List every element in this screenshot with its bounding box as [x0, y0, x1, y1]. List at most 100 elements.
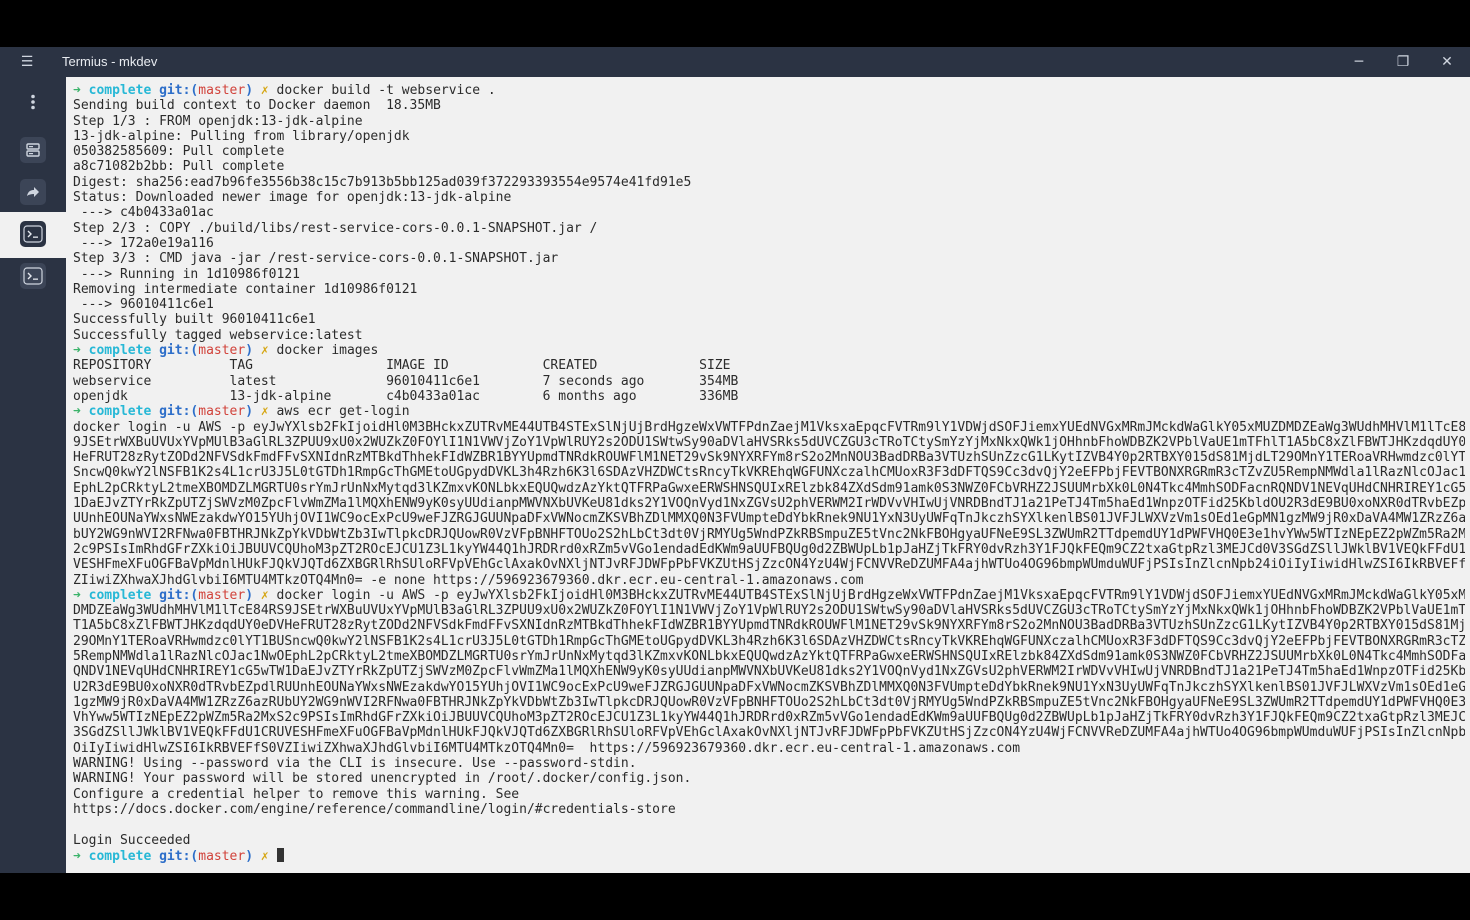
prompt-branch: master: [198, 848, 246, 864]
prompt-git-label: git:: [159, 83, 191, 98]
output-line: QNDV1NEVqUHdCNHRIREY1cG5wTW1DaEJvZTYrRkZ…: [73, 664, 1465, 679]
prompt-line: ➜ complete git:(master) ✗ aws ecr get-lo…: [73, 404, 1465, 419]
line-text: OiIyIiwidHlwZSI6IkRBVEFfS0VZIiwiZXhwaXJh…: [73, 740, 1021, 756]
line-text: EphL2pCRktyL2tmeXBOMDZLMGRTU0srYmJrUnNxM…: [73, 480, 1465, 496]
output-line: U2R3dE9BU0xoNXR0dTRvbEZpdlRUUnhEOUNaYWxs…: [73, 680, 1465, 695]
line-text: WARNING! Your password will be stored un…: [73, 771, 692, 787]
line-text: U2R3dE9BU0xoNXR0dTRvbEZpdlRUUnhEOUNaYWxs…: [73, 679, 1465, 695]
prompt-branch: master: [198, 404, 246, 420]
line-text: Step 1/3 : FROM openjdk:13-jdk-alpine: [73, 113, 363, 129]
prompt-line: ➜ complete git:(master) ✗ docker images: [73, 343, 1465, 358]
line-text: Sending build context to Docker daemon 1…: [73, 98, 441, 114]
title-bar: ☰ Termius - mkdev ─ ❐ ✕: [0, 47, 1470, 77]
line-text: WARNING! Using --password via the CLI is…: [73, 756, 637, 772]
minimize-button[interactable]: ─: [1337, 47, 1381, 77]
line-text: docker login -u AWS -p eyJwYXlsb2FkIjoid…: [73, 419, 1465, 435]
output-line: SncwQ0kwY2lNSFB1K2s4L1crU3J5L0tGTDh1RmpG…: [73, 465, 1465, 480]
output-line: webservice latest 96010411c6e1 7 seconds…: [73, 374, 1465, 389]
output-line: 1DaEJvZTYrRkZpUTZjSWVzM0ZpcFlvWmZMa1lMQX…: [73, 496, 1465, 511]
line-text: 1DaEJvZTYrRkZpUTZjSWVzM0ZpcFlvWmZMa1lMQX…: [73, 496, 1465, 512]
prompt-directory: complete: [88, 587, 160, 603]
line-text: https://docs.docker.com/engine/reference…: [73, 801, 676, 817]
line-text: webservice latest 96010411c6e1 7 seconds…: [73, 373, 739, 389]
line-text: 9JSEtrWXBuUVUxYVpMUlB3aGlRL3ZPUU9xU0x2WU…: [73, 434, 1465, 450]
prompt-arrow: ➜: [73, 404, 89, 420]
terminal-tab-2[interactable]: [20, 263, 46, 289]
output-line: Step 2/3 : COPY ./build/libs/rest-servic…: [73, 221, 1465, 236]
output-line: VhYww5WTIzNEpEZ2pWZm5Ra2MxS2c9PSIsImRhdG…: [73, 710, 1465, 725]
line-text: docker images: [276, 343, 379, 359]
output-line: ---> Running in 1d10986f0121: [73, 267, 1465, 282]
output-line: ---> 172a0e19a116: [73, 236, 1465, 251]
line-text: 29OMnY1TERoaVRHwmdzc0lYT1BUSncwQ0kwY2lNS…: [73, 633, 1465, 649]
output-line: Configure a credential helper to remove …: [73, 787, 1465, 802]
output-line: 5RempNMWdla1lRazNlcOJac1NwOEphL2pCRktyL2…: [73, 649, 1465, 664]
output-line: openjdk 13-jdk-alpine c4b0433a01ac 6 mon…: [73, 389, 1465, 404]
output-line: Removing intermediate container 1d10986f…: [73, 282, 1465, 297]
line-text: Configure a credential helper to remove …: [73, 786, 520, 802]
line-text: SncwQ0kwY2lNSFB1K2s4L1crU3J5L0tGTDh1RmpG…: [73, 465, 1465, 481]
output-line: EphL2pCRktyL2tmeXBOMDZLMGRTU0srYmJrUnNxM…: [73, 481, 1465, 496]
prompt-line: ➜ complete git:(master) ✗: [73, 847, 1465, 864]
maximize-button[interactable]: ❐: [1381, 47, 1425, 77]
vertical-dots-icon: [31, 94, 35, 110]
terminal-tab-1[interactable]: [20, 221, 46, 247]
prompt-directory: complete: [88, 404, 160, 420]
forward-icon: [27, 187, 39, 197]
port-forwarding-button[interactable]: [20, 179, 46, 205]
line-text: QNDV1NEVqUHdCNHRIREY1cG5wTW1DaEJvZTYrRkZ…: [73, 664, 1465, 680]
line-text: 3SGdZSllJWklBV1VEQkFFdU1CRUVESHFmeXFuOGF…: [73, 725, 1465, 741]
output-line: 13-jdk-alpine: Pulling from library/open…: [73, 129, 1465, 144]
close-button[interactable]: ✕: [1425, 47, 1469, 77]
output-line: bUY2WG9nWVI2RFNwa0FBTHRJNkZpYkVDbWtZb3Iw…: [73, 527, 1465, 542]
line-text: docker build -t webservice .: [276, 83, 496, 98]
line-text: Successfully tagged webservice:latest: [73, 327, 363, 343]
line-text: openjdk 13-jdk-alpine c4b0433a01ac 6 mon…: [73, 388, 739, 404]
prompt-dirty-mark: ✗: [260, 83, 277, 98]
output-line: docker login -u AWS -p eyJwYXlsb2FkIjoid…: [73, 420, 1465, 435]
line-text: ZIiwiZXhwaXJhdGlvbiI6MTU4MTkzOTQ4Mn0= -e…: [73, 572, 864, 588]
line-text: Status: Downloaded newer image for openj…: [73, 190, 512, 206]
prompt-directory: complete: [88, 83, 160, 98]
prompt-git-label: git:: [159, 848, 191, 864]
output-line: Step 3/3 : CMD java -jar /rest-service-c…: [73, 251, 1465, 266]
line-text: Login Succeeded: [73, 832, 191, 848]
sidebar: [0, 77, 66, 873]
hosts-button[interactable]: [20, 137, 46, 163]
more-options-button[interactable]: [20, 89, 46, 115]
prompt-directory: complete: [88, 848, 160, 864]
prompt-paren: ): [245, 848, 261, 864]
line-text: bUY2WG9nWVI2RFNwa0FBTHRJNkZpYkVDbWtZb3Iw…: [73, 526, 1465, 542]
line-text: 1gzMW9jR0xDaVA4MW1ZRzZ6azRUbUY2WG9nWVI2R…: [73, 694, 1465, 710]
text-cursor: [276, 847, 284, 862]
app-window: ☰ Termius - mkdev ─ ❐ ✕ ➜ complete git:(…: [0, 47, 1470, 873]
output-line: T1A5bC8xZlFBWTJHKzdqdUY0eDVHeFRUT28zRytZ…: [73, 618, 1465, 633]
output-line: WARNING! Your password will be stored un…: [73, 771, 1465, 786]
terminal-output[interactable]: ➜ complete git:(master) ✗ docker build -…: [66, 77, 1470, 873]
output-line: UUnhEOUNaYWxsNWEzakdwYO15YUhjOVI1WC9ocEx…: [73, 511, 1465, 526]
output-line: Step 1/3 : FROM openjdk:13-jdk-alpine: [73, 114, 1465, 129]
prompt-git-label: git:: [159, 404, 191, 420]
output-line: ZIiwiZXhwaXJhdGlvbiI6MTU4MTkzOTQ4Mn0= -e…: [73, 573, 1465, 588]
prompt-arrow: ➜: [73, 587, 89, 603]
output-line: ---> c4b0433a01ac: [73, 205, 1465, 220]
prompt-line: ➜ complete git:(master) ✗ docker build -…: [73, 83, 1465, 98]
terminal-icon: [23, 267, 43, 285]
line-text: VhYww5WTIzNEpEZ2pWZm5Ra2MxS2c9PSIsImRhdG…: [73, 710, 1465, 726]
output-line: Status: Downloaded newer image for openj…: [73, 190, 1465, 205]
output-line: 2c9PSIsImRhdGFrZXkiOiJBUUVCQUhoM3pZT2ROc…: [73, 542, 1465, 557]
line-text: T1A5bC8xZlFBWTJHKzdqdUY0eDVHeFRUT28zRytZ…: [73, 618, 1465, 634]
line-text: ---> Running in 1d10986f0121: [73, 266, 300, 282]
prompt-branch: master: [198, 343, 246, 359]
output-line: HeFRUT28zRytZODd2NFVSdkFmdFFvSXNIdnRzMTB…: [73, 450, 1465, 465]
prompt-paren: ): [245, 587, 261, 603]
output-line: 050382585609: Pull complete: [73, 144, 1465, 159]
line-text: docker login -u AWS -p eyJwYXlsb2FkIjoid…: [276, 587, 1465, 603]
prompt-branch: master: [198, 83, 246, 98]
hamburger-icon[interactable]: ☰: [18, 53, 36, 71]
output-line: VESHFmeXFuOGFBaVpMdnlHUkFJQkVJQTd6ZXBGRl…: [73, 557, 1465, 572]
line-text: Successfully built 96010411c6e1: [73, 312, 316, 328]
line-text: VESHFmeXFuOGFBaVpMdnlHUkFJQkVJQTd6ZXBGRl…: [73, 557, 1465, 573]
output-line: Sending build context to Docker daemon 1…: [73, 98, 1465, 113]
output-line: OiIyIiwidHlwZSI6IkRBVEFfS0VZIiwiZXhwaXJh…: [73, 741, 1465, 756]
